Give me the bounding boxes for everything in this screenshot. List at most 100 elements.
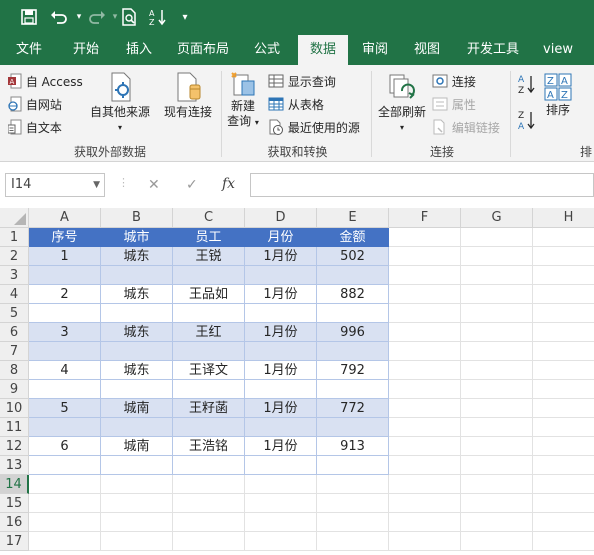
table-cell[interactable] — [173, 418, 245, 437]
empty-cell[interactable] — [101, 513, 173, 532]
table-cell[interactable] — [29, 266, 101, 285]
table-cell[interactable] — [245, 266, 317, 285]
empty-cell[interactable] — [173, 513, 245, 532]
empty-cell[interactable] — [461, 323, 533, 342]
tab-file[interactable]: 文件 — [4, 35, 54, 65]
row-header-12[interactable]: 12 — [0, 437, 29, 456]
from-access-button[interactable]: A 自 Access — [8, 73, 83, 92]
empty-cell[interactable] — [461, 380, 533, 399]
row-header-17[interactable]: 17 — [0, 532, 29, 551]
empty-cell[interactable] — [533, 494, 594, 513]
table-header-cell[interactable]: 城市 — [101, 228, 173, 247]
table-cell[interactable] — [173, 304, 245, 323]
empty-cell[interactable] — [461, 361, 533, 380]
empty-cell[interactable] — [461, 304, 533, 323]
column-header-G[interactable]: G — [461, 208, 533, 228]
table-cell[interactable]: 1月份 — [245, 247, 317, 266]
empty-cell[interactable] — [533, 513, 594, 532]
tab-review[interactable]: 审阅 — [352, 35, 398, 65]
column-header-D[interactable]: D — [245, 208, 317, 228]
empty-cell[interactable] — [533, 418, 594, 437]
table-header-cell[interactable]: 序号 — [29, 228, 101, 247]
table-cell[interactable]: 913 — [317, 437, 389, 456]
column-header-F[interactable]: F — [389, 208, 461, 228]
empty-cell[interactable] — [461, 532, 533, 551]
table-cell[interactable] — [29, 380, 101, 399]
tab-insert[interactable]: 插入 — [114, 35, 164, 65]
table-cell[interactable] — [245, 456, 317, 475]
table-cell[interactable] — [101, 380, 173, 399]
empty-cell[interactable] — [461, 342, 533, 361]
customize-icon[interactable]: ▾ — [174, 6, 196, 28]
table-cell[interactable]: 城东 — [101, 247, 173, 266]
row-header-9[interactable]: 9 — [0, 380, 29, 399]
row-header-11[interactable]: 11 — [0, 418, 29, 437]
row-header-4[interactable]: 4 — [0, 285, 29, 304]
empty-cell[interactable] — [173, 475, 245, 494]
name-box-dropdown-icon[interactable]: ▼ — [93, 174, 100, 196]
empty-cell[interactable] — [245, 475, 317, 494]
save-icon[interactable] — [18, 6, 40, 28]
empty-cell[interactable] — [389, 228, 461, 247]
empty-cell[interactable] — [389, 532, 461, 551]
empty-cell[interactable] — [389, 513, 461, 532]
table-cell[interactable]: 996 — [317, 323, 389, 342]
empty-cell[interactable] — [461, 285, 533, 304]
print-preview-icon[interactable] — [118, 6, 140, 28]
table-cell[interactable]: 王红 — [173, 323, 245, 342]
table-cell[interactable]: 5 — [29, 399, 101, 418]
table-cell[interactable] — [317, 304, 389, 323]
table-cell[interactable]: 城南 — [101, 399, 173, 418]
table-cell[interactable] — [317, 456, 389, 475]
empty-cell[interactable] — [461, 228, 533, 247]
table-cell[interactable] — [245, 418, 317, 437]
cancel-icon[interactable]: ✕ — [148, 177, 160, 193]
empty-cell[interactable] — [389, 342, 461, 361]
tab-home[interactable]: 开始 — [60, 35, 112, 65]
empty-cell[interactable] — [461, 247, 533, 266]
column-header-H[interactable]: H — [533, 208, 594, 228]
empty-cell[interactable] — [461, 399, 533, 418]
existing-connections-button[interactable]: 现有连接 — [158, 71, 218, 120]
table-cell[interactable]: 王品如 — [173, 285, 245, 304]
empty-cell[interactable] — [533, 266, 594, 285]
row-header-14[interactable]: 14 — [0, 475, 29, 494]
empty-cell[interactable] — [461, 456, 533, 475]
row-header-15[interactable]: 15 — [0, 494, 29, 513]
table-header-cell[interactable]: 员工 — [173, 228, 245, 247]
empty-cell[interactable] — [389, 361, 461, 380]
refresh-all-button[interactable]: 全部刷新 ▾ — [374, 71, 430, 135]
empty-cell[interactable] — [461, 418, 533, 437]
table-cell[interactable] — [173, 456, 245, 475]
table-cell[interactable] — [317, 342, 389, 361]
column-header-E[interactable]: E — [317, 208, 389, 228]
empty-cell[interactable] — [317, 475, 389, 494]
empty-cell[interactable] — [533, 285, 594, 304]
insert-function-icon[interactable]: fx — [222, 176, 235, 192]
row-header-3[interactable]: 3 — [0, 266, 29, 285]
table-cell[interactable]: 6 — [29, 437, 101, 456]
empty-cell[interactable] — [533, 437, 594, 456]
tab-developer[interactable]: 开发工具 — [458, 35, 528, 65]
empty-cell[interactable] — [101, 494, 173, 513]
table-cell[interactable]: 王锐 — [173, 247, 245, 266]
row-header-10[interactable]: 10 — [0, 399, 29, 418]
row-header-8[interactable]: 8 — [0, 361, 29, 380]
empty-cell[interactable] — [101, 475, 173, 494]
from-text-button[interactable]: 自文本 — [7, 119, 62, 138]
row-header-13[interactable]: 13 — [0, 456, 29, 475]
table-cell[interactable]: 王浩铭 — [173, 437, 245, 456]
empty-cell[interactable] — [389, 266, 461, 285]
show-queries-button[interactable]: 显示查询 — [268, 73, 336, 91]
table-cell[interactable] — [101, 266, 173, 285]
empty-cell[interactable] — [173, 494, 245, 513]
table-cell[interactable] — [29, 456, 101, 475]
empty-cell[interactable] — [389, 323, 461, 342]
column-header-A[interactable]: A — [29, 208, 101, 228]
formula-input[interactable] — [250, 173, 594, 197]
empty-cell[interactable] — [245, 513, 317, 532]
table-cell[interactable]: 1月份 — [245, 361, 317, 380]
sort-icon[interactable]: AZ — [147, 6, 169, 28]
empty-cell[interactable] — [29, 513, 101, 532]
table-cell[interactable]: 772 — [317, 399, 389, 418]
